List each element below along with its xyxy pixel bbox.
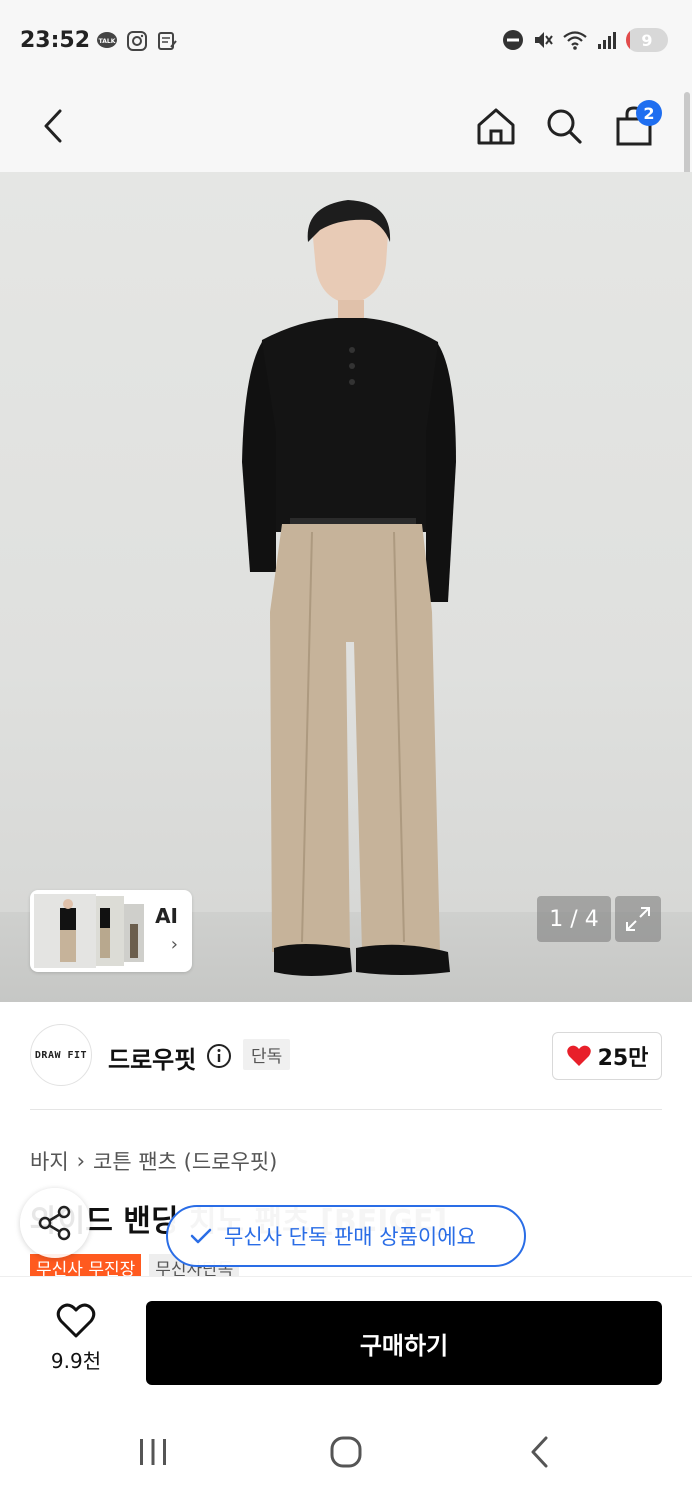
ai-style-thumbnails[interactable]: AI › bbox=[30, 890, 192, 972]
model-photo bbox=[242, 200, 456, 976]
heart-outline-icon bbox=[56, 1303, 96, 1338]
check-icon bbox=[190, 1228, 212, 1244]
exclusive-toast: 무신사 단독 판매 상품이에요 bbox=[166, 1205, 526, 1267]
recent-apps-icon bbox=[140, 1439, 166, 1465]
brand-name[interactable]: 드로우핏 bbox=[108, 1040, 196, 1075]
product-image-carousel[interactable]: AI › 1 / 4 bbox=[0, 172, 692, 1002]
back-button[interactable] bbox=[26, 98, 82, 154]
chevron-right-icon: › bbox=[170, 934, 178, 955]
cart-count-badge: 2 bbox=[636, 100, 662, 126]
notification-icons: TALK bbox=[96, 30, 178, 52]
system-icons: 9 bbox=[502, 28, 668, 52]
chevron-left-icon bbox=[44, 109, 62, 143]
wishlist-count: 9.9천 bbox=[50, 1349, 102, 1373]
svg-text:TALK: TALK bbox=[99, 38, 116, 45]
tag-mujinjang: 무신사 무진장 bbox=[30, 1254, 142, 1276]
wishlist-button[interactable]: 9.9천 bbox=[40, 1303, 112, 1374]
search-icon bbox=[547, 109, 582, 144]
wifi-icon bbox=[563, 31, 587, 50]
mute-icon bbox=[535, 32, 553, 48]
buy-button[interactable]: 구매하기 bbox=[146, 1301, 662, 1385]
home-icon bbox=[477, 108, 515, 145]
signal-icon bbox=[598, 32, 616, 49]
home-nav-button[interactable] bbox=[321, 1432, 371, 1472]
battery-level: 9 bbox=[641, 30, 653, 50]
recent-apps-button[interactable] bbox=[128, 1432, 178, 1472]
exclusive-tag: 단독 bbox=[243, 1039, 291, 1070]
purchase-bar: 9.9천 구매하기 bbox=[0, 1276, 692, 1406]
back-nav-button[interactable] bbox=[515, 1432, 565, 1472]
ai-label: AI bbox=[155, 904, 178, 928]
brand-like-count: 25만 bbox=[597, 1046, 649, 1071]
breadcrumb: 바지 › 코튼 팬츠 (드로우핏) bbox=[30, 1146, 277, 1176]
talk-icon: TALK bbox=[97, 32, 117, 48]
home-button[interactable] bbox=[468, 98, 524, 154]
info-icon[interactable] bbox=[206, 1043, 232, 1069]
home-circle-icon bbox=[330, 1436, 362, 1468]
divider bbox=[30, 1109, 662, 1110]
search-button[interactable] bbox=[536, 98, 592, 154]
cart-button[interactable]: 2 bbox=[606, 98, 662, 154]
breadcrumb-category[interactable]: 바지 bbox=[30, 1146, 69, 1176]
back-arrow-icon bbox=[531, 1436, 548, 1468]
share-icon bbox=[38, 1205, 71, 1241]
image-counter: 1 / 4 bbox=[537, 896, 611, 942]
instagram-icon bbox=[127, 31, 147, 51]
brand-like-button[interactable]: 25만 bbox=[552, 1032, 662, 1080]
brand-row: DRAW FIT 드로우핏 단독 25만 bbox=[0, 1002, 692, 1110]
toast-text: 무신사 단독 판매 상품이에요 bbox=[224, 1225, 476, 1249]
heart-filled-icon bbox=[566, 1045, 591, 1066]
battery-icon: 9 bbox=[626, 28, 668, 52]
expand-icon bbox=[626, 907, 650, 931]
expand-button[interactable] bbox=[615, 896, 661, 942]
do-not-disturb-icon bbox=[503, 30, 523, 50]
breadcrumb-separator: › bbox=[76, 1149, 86, 1173]
thumbnail-images bbox=[34, 894, 144, 968]
brand-logo[interactable]: DRAW FIT bbox=[30, 1024, 92, 1086]
share-button[interactable] bbox=[20, 1188, 90, 1258]
system-navigation-bar bbox=[0, 1406, 692, 1500]
status-time: 23:52 bbox=[20, 28, 91, 53]
top-navigation: 2 bbox=[0, 84, 692, 172]
breadcrumb-subcategory[interactable]: 코튼 팬츠 (드로우핏) bbox=[93, 1146, 277, 1176]
status-bar: 23:52 TALK 9 bbox=[0, 0, 692, 84]
memo-icon bbox=[158, 32, 177, 50]
